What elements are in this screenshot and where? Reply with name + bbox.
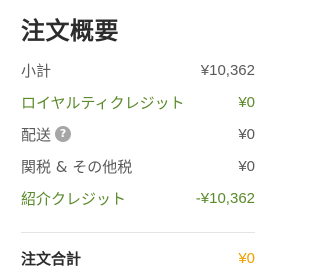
- shipping-value: ¥0: [238, 125, 255, 143]
- duties-taxes-value: ¥0: [238, 157, 255, 175]
- shipping-row: 配送 ? ¥0: [21, 118, 255, 150]
- question-circle-icon[interactable]: ?: [55, 126, 72, 142]
- loyalty-credit-value: ¥0: [238, 93, 255, 111]
- order-total-value: ¥0: [238, 249, 255, 267]
- referral-credit-row: 紹介クレジット -¥10,362: [21, 182, 255, 214]
- order-summary-title: 注文概要: [21, 17, 119, 45]
- referral-credit-label: 紹介クレジット: [21, 189, 127, 208]
- subtotal-row: 小計 ¥10,362: [21, 54, 255, 86]
- order-total-row: 注文合計 ¥0: [21, 246, 255, 270]
- order-summary-panel: 注文概要 小計 ¥10,362 ロイヤルティクレジット ¥0 配送 ? ¥0 関…: [0, 0, 276, 273]
- order-total-label: 注文合計: [21, 249, 82, 268]
- summary-divider: [21, 232, 255, 233]
- subtotal-value: ¥10,362: [200, 61, 255, 79]
- referral-credit-value: -¥10,362: [195, 189, 255, 207]
- shipping-label: 配送: [21, 125, 52, 144]
- duties-taxes-row: 関税 & その他税 ¥0: [21, 150, 255, 182]
- duties-taxes-label: 関税 & その他税: [21, 157, 133, 176]
- subtotal-label: 小計: [21, 61, 52, 80]
- shipping-label-group: 配送 ?: [21, 124, 72, 145]
- loyalty-credit-row: ロイヤルティクレジット ¥0: [21, 86, 255, 118]
- loyalty-credit-label: ロイヤルティクレジット: [21, 93, 185, 112]
